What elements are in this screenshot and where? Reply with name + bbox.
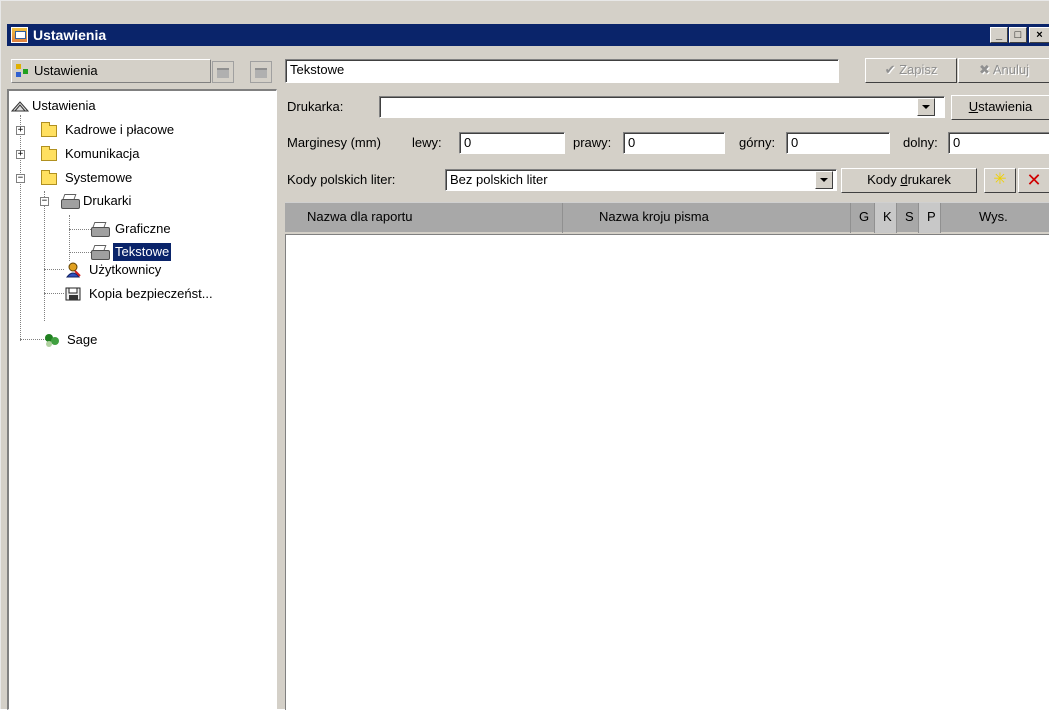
tree-item-kadrowe[interactable]: + Kadrowe i płacowe <box>11 121 271 139</box>
settings-window: Ustawienia _ □ × Ustawienia Ustawienia +… <box>0 0 1049 710</box>
tree-item-drukarki[interactable]: − Drukarki <box>35 192 265 210</box>
minimize-button[interactable]: _ <box>990 27 1008 43</box>
tree-item-systemowe[interactable]: − Systemowe <box>11 169 271 187</box>
folder-icon <box>41 122 57 137</box>
column-header-font-name[interactable]: Nazwa kroju pisma <box>563 203 851 233</box>
settings-label: stawienia <box>978 99 1033 114</box>
printer-codes-mnemonic: d <box>900 172 908 187</box>
column-header-g[interactable]: G <box>851 203 875 233</box>
printer-icon <box>91 222 110 237</box>
stack-icon <box>10 99 30 113</box>
polish-codes-select[interactable]: Bez polskich liter <box>445 169 837 191</box>
bottom-margin-input[interactable]: 0 <box>948 132 1049 154</box>
chevron-down-icon[interactable] <box>917 98 935 116</box>
definition-name-field[interactable]: Tekstowe <box>285 59 839 83</box>
printer-codes-label-2: rukarek <box>907 172 951 187</box>
printer-icon <box>61 194 80 209</box>
close-button[interactable]: × <box>1029 27 1049 43</box>
maximize-button[interactable]: □ <box>1009 27 1027 43</box>
left-margin-input[interactable]: 0 <box>459 132 565 154</box>
printer-settings-button[interactable]: Ustawienia <box>951 95 1049 120</box>
tree-item-label: Użytkownicy <box>89 262 162 277</box>
collapse-minus-icon[interactable]: − <box>16 174 25 183</box>
collapse-minus-icon[interactable]: − <box>40 197 49 206</box>
tree-connector <box>69 252 91 253</box>
settings-mnemonic: U <box>968 99 979 114</box>
delete-button[interactable]: ✕ <box>1018 168 1049 193</box>
polish-codes-label: Kody polskich liter: <box>287 172 396 187</box>
right-margin-label: prawy: <box>573 135 612 150</box>
save-button[interactable]: ✔ Zapisz <box>865 58 957 83</box>
tree-item-root[interactable]: Ustawienia <box>10 97 271 115</box>
printer-codes-button[interactable]: Kody drukarek <box>841 168 977 193</box>
tree-item-graficzne[interactable]: Graficzne <box>91 220 261 238</box>
expand-plus-icon[interactable]: + <box>16 150 25 159</box>
printer-label: Drukarka: <box>287 99 344 114</box>
tree-item-label-selected: Tekstowe <box>111 242 173 262</box>
fonts-grid-body[interactable] <box>285 234 1049 710</box>
tree-item-kopia[interactable]: Kopia bezpieczeńst... <box>65 285 275 303</box>
tree-item-label: Komunikacja <box>65 146 140 161</box>
tree-item-label: Sage <box>67 332 98 347</box>
right-margin-input[interactable]: 0 <box>623 132 725 154</box>
column-header-height[interactable]: Wys. <box>941 203 1049 233</box>
tree-item-label: Systemowe <box>65 170 133 185</box>
tree-item-label: Kopia bezpieczeńst... <box>89 286 213 301</box>
red-x-delete-icon: ✕ <box>1026 170 1042 190</box>
column-header-s[interactable]: S <box>897 203 919 233</box>
tree-folder-button-2[interactable] <box>250 61 272 83</box>
settings-tree-icon <box>16 64 30 78</box>
margins-label: Marginesy (mm) <box>287 135 381 150</box>
tree-item-uzytkownicy[interactable]: Użytkownicy <box>65 261 265 279</box>
tree-item-sage[interactable]: Sage <box>43 331 243 349</box>
top-margin-input[interactable]: 0 <box>786 132 890 154</box>
app-settings-icon <box>11 27 28 43</box>
tree-connector <box>69 215 70 261</box>
check-icon: ✔ <box>884 62 896 77</box>
tree-connector <box>44 269 64 270</box>
tree-header: Ustawienia <box>7 56 277 86</box>
new-button[interactable]: ✳ <box>984 168 1016 193</box>
bottom-margin-label: dolny: <box>903 135 938 150</box>
tree-header-label: Ustawienia <box>34 63 98 78</box>
column-header-report-name[interactable]: Nazwa dla raportu <box>285 203 563 233</box>
cancel-button-label: Anuluj <box>992 62 1029 77</box>
tree-item-label: Ustawienia <box>32 98 96 113</box>
left-margin-label: lewy: <box>412 135 442 150</box>
title-bar[interactable]: Ustawienia _ □ × <box>7 24 1049 46</box>
tree-item-label: Drukarki <box>83 193 132 208</box>
column-header-p[interactable]: P <box>919 203 941 233</box>
tree-item-komunikacja[interactable]: + Komunikacja <box>11 145 271 163</box>
printer-codes-label-1: Kody <box>867 172 901 187</box>
grid-header: Nazwa dla raportu Nazwa kroju pisma G K … <box>285 202 1049 233</box>
users-icon <box>65 262 81 278</box>
cancel-button[interactable]: ✖ Anuluj <box>958 58 1049 83</box>
expand-plus-icon[interactable]: + <box>16 126 25 135</box>
tree-header-box: Ustawienia <box>11 59 211 83</box>
printer-select[interactable] <box>379 96 945 118</box>
folder-icon <box>41 146 57 161</box>
tree-connector <box>44 293 64 294</box>
x-icon: ✖ <box>979 62 990 77</box>
tree-item-label: Graficzne <box>115 221 171 236</box>
tree-item-label: Kadrowe i płacowe <box>65 122 175 137</box>
settings-tree[interactable]: Ustawienia + Kadrowe i płacowe + Komunik… <box>7 89 277 710</box>
sage-logo-icon <box>43 332 61 348</box>
sparkle-new-icon: ✳ <box>993 171 1007 188</box>
folder-icon <box>41 170 57 185</box>
top-margin-label: górny: <box>739 135 776 150</box>
printer-icon <box>91 245 110 260</box>
tree-folder-button-1[interactable] <box>212 61 234 83</box>
save-button-label: Zapisz <box>899 62 938 77</box>
backup-icon <box>65 286 83 302</box>
window-title: Ustawienia <box>33 27 107 43</box>
tree-item-tekstowe[interactable]: Tekstowe <box>91 242 261 262</box>
chevron-down-icon[interactable] <box>815 171 833 189</box>
tree-connector <box>69 229 91 230</box>
column-header-k[interactable]: K <box>875 203 897 233</box>
tree-connector <box>44 191 45 321</box>
